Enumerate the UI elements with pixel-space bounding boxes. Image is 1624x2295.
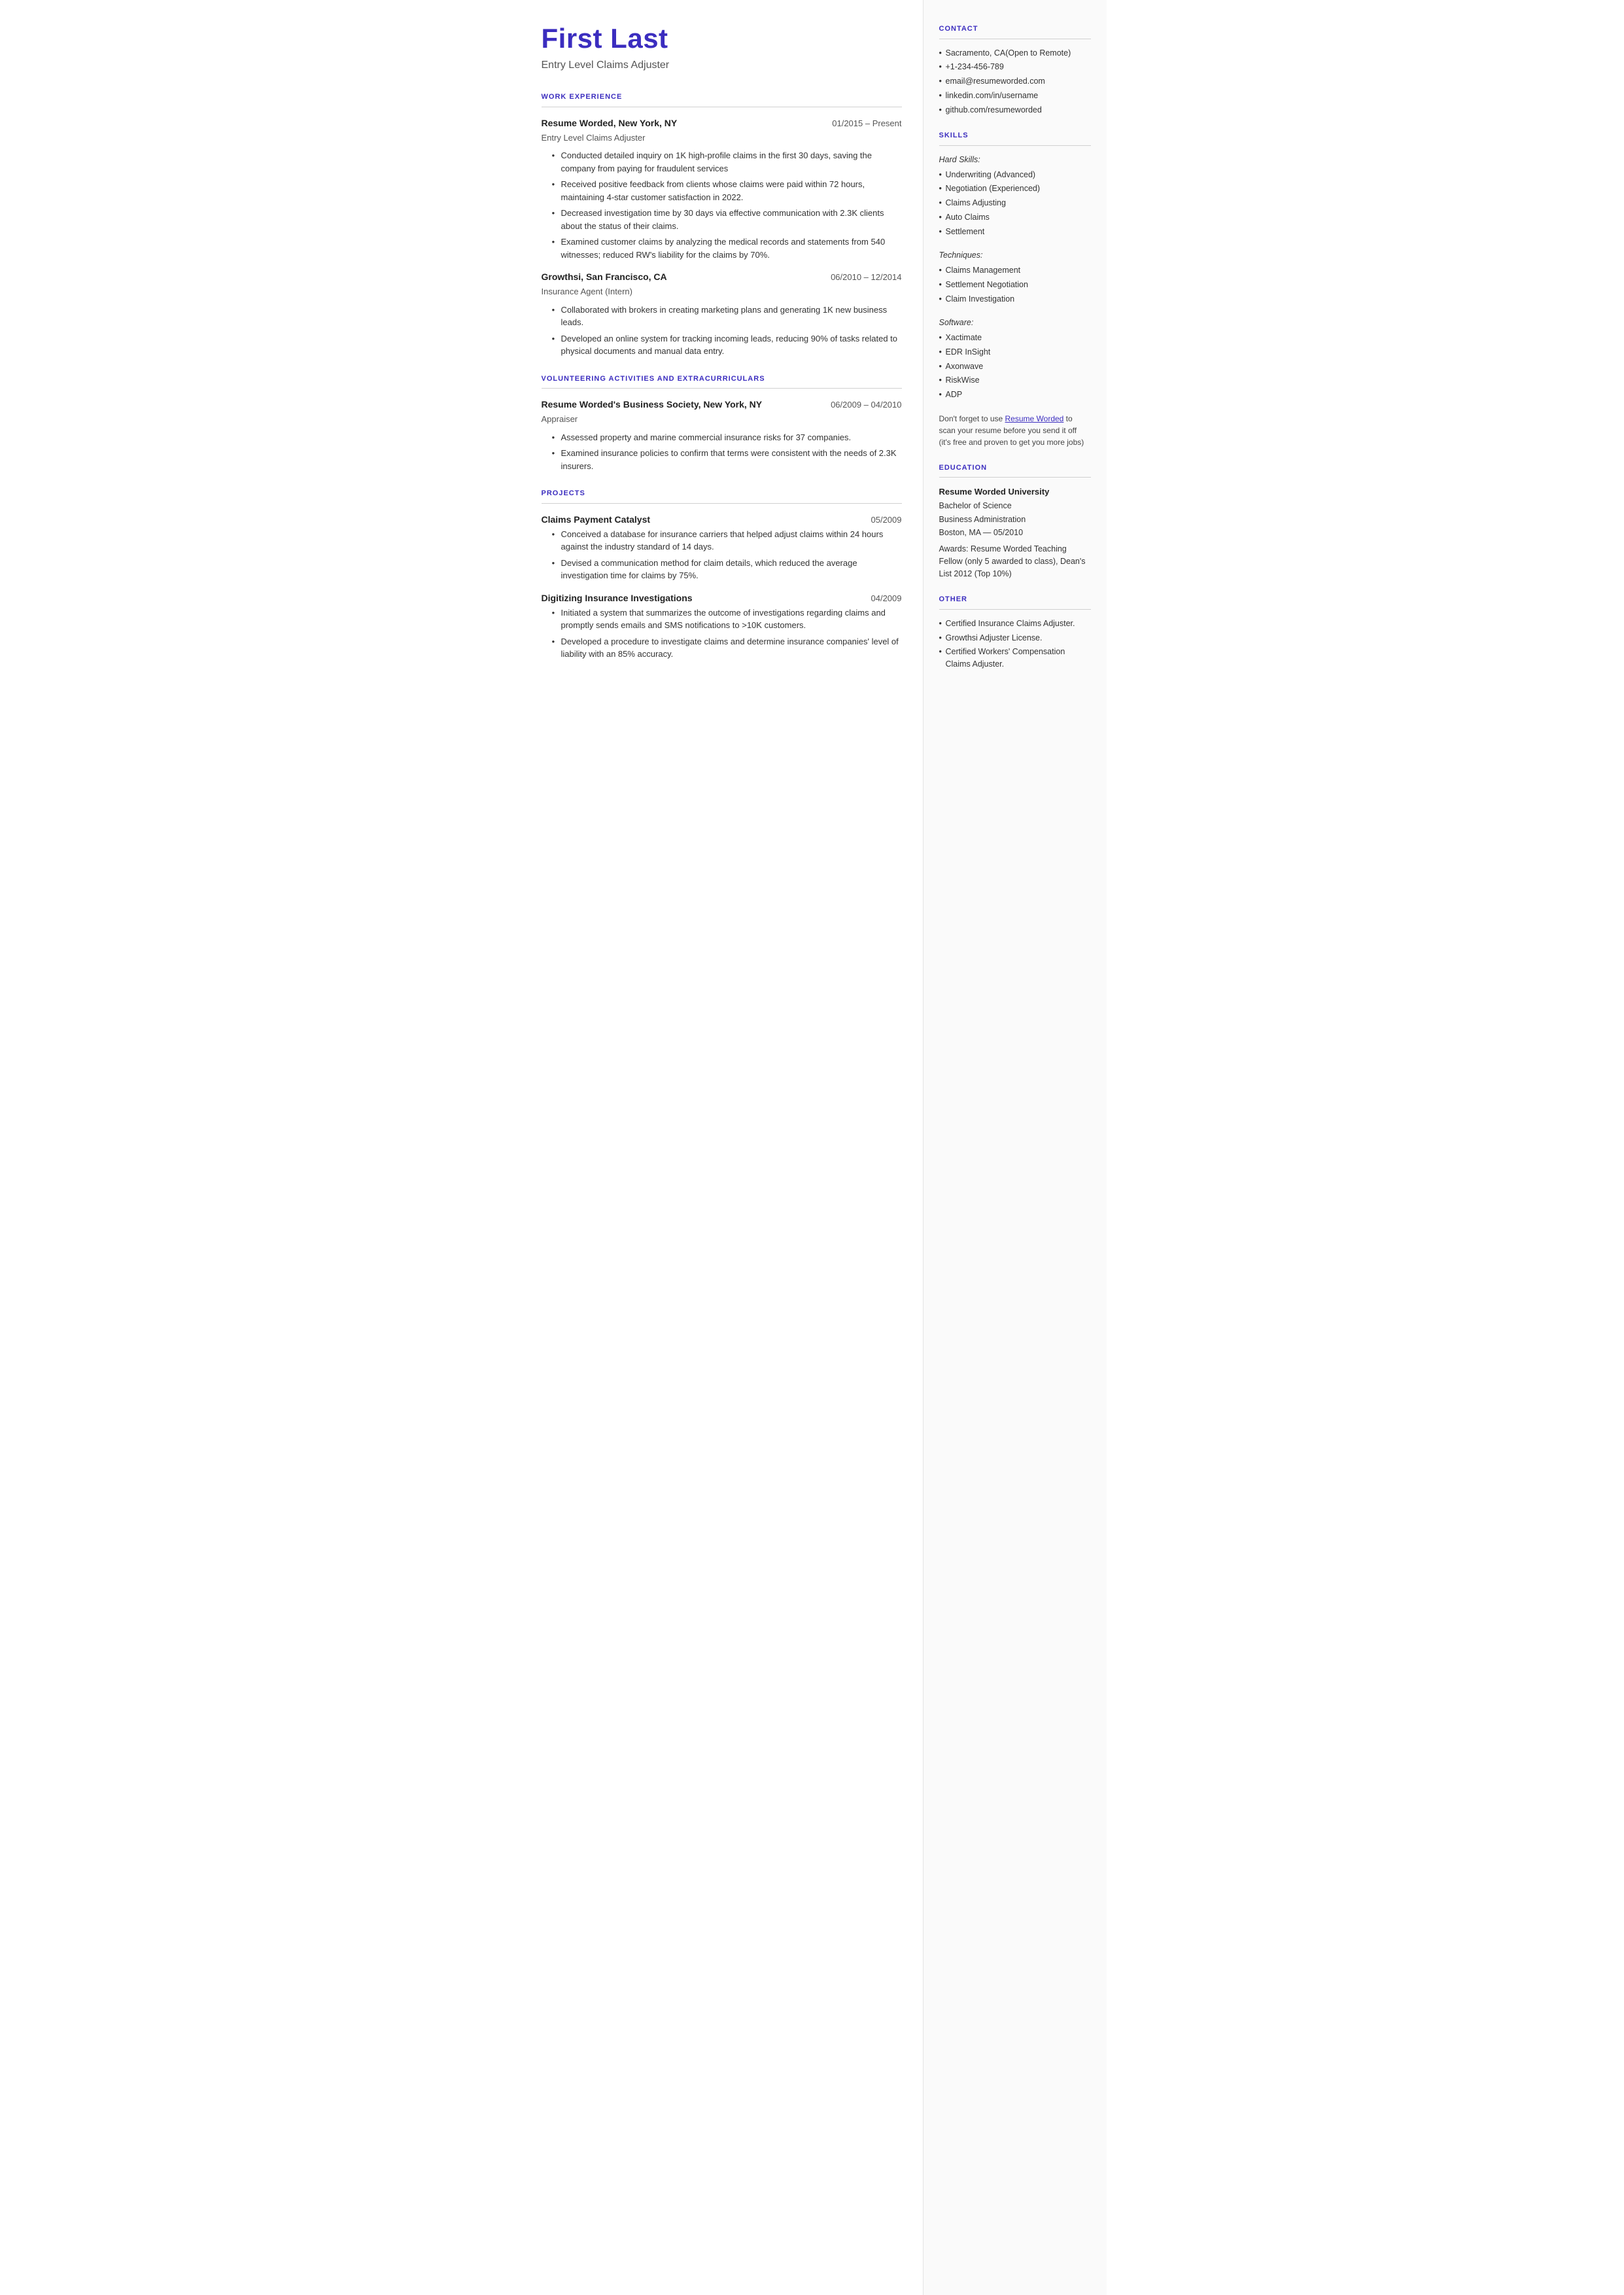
project-1-name: Claims Payment Catalyst xyxy=(542,513,651,527)
other-item-1: Certified Insurance Claims Adjuster. xyxy=(939,618,1091,630)
project-1-bullet-2: Devised a communication method for claim… xyxy=(552,557,902,582)
volunteer-1-bullets: Assessed property and marine commercial … xyxy=(542,431,902,473)
contact-section: CONTACT Sacramento, CA(Open to Remote) +… xyxy=(939,24,1091,116)
projects-divider xyxy=(542,503,902,504)
contact-github: github.com/resumeworded xyxy=(939,104,1091,116)
contact-list: Sacramento, CA(Open to Remote) +1-234-45… xyxy=(939,47,1091,116)
software-xactimate: Xactimate xyxy=(939,332,1091,344)
job-1-company: Resume Worded, New York, NY xyxy=(542,116,678,130)
volunteer-1-role: Appraiser xyxy=(542,413,902,426)
hard-skills-list: Underwriting (Advanced) Negotiation (Exp… xyxy=(939,169,1091,238)
education-divider xyxy=(939,477,1091,478)
volunteer-1-bullet-2: Examined insurance policies to confirm t… xyxy=(552,447,902,472)
skills-divider xyxy=(939,145,1091,146)
project-1-date: 05/2009 xyxy=(871,514,902,527)
volunteer-1-dates: 06/2009 – 04/2010 xyxy=(831,398,901,412)
job-1-bullet-1: Conducted detailed inquiry on 1K high-pr… xyxy=(552,149,902,175)
job-1: Resume Worded, New York, NY 01/2015 – Pr… xyxy=(542,116,902,262)
job-1-bullet-4: Examined customer claims by analyzing th… xyxy=(552,236,902,261)
edu-location-date: Boston, MA — 05/2010 xyxy=(939,527,1091,539)
project-2-bullet-1: Initiated a system that summarizes the o… xyxy=(552,606,902,632)
software-adp: ADP xyxy=(939,389,1091,401)
technique-claim-investigation: Claim Investigation xyxy=(939,293,1091,306)
job-1-dates: 01/2015 – Present xyxy=(832,117,901,130)
techniques-list: Claims Management Settlement Negotiation… xyxy=(939,264,1091,305)
job-2: Growthsi, San Francisco, CA 06/2010 – 12… xyxy=(542,270,902,358)
volunteer-1-company: Resume Worded's Business Society, New Yo… xyxy=(542,398,763,412)
project-1-bullet-1: Conceived a database for insurance carri… xyxy=(552,528,902,553)
edu-awards: Awards: Resume Worded Teaching Fellow (o… xyxy=(939,543,1091,580)
contact-header: CONTACT xyxy=(939,24,1091,35)
promo-text: Don't forget to use Resume Worded to sca… xyxy=(939,413,1091,448)
projects-section: PROJECTS Claims Payment Catalyst 05/2009… xyxy=(542,488,902,661)
job-2-bullets: Collaborated with brokers in creating ma… xyxy=(542,304,902,358)
education-header: EDUCATION xyxy=(939,463,1091,474)
job-2-role: Insurance Agent (Intern) xyxy=(542,285,902,298)
skill-auto-claims: Auto Claims xyxy=(939,211,1091,224)
project-2: Digitizing Insurance Investigations 04/2… xyxy=(542,591,902,661)
edu-degree: Bachelor of Science xyxy=(939,500,1091,512)
job-2-company: Growthsi, San Francisco, CA xyxy=(542,270,667,284)
job-2-dates: 06/2010 – 12/2014 xyxy=(831,271,901,284)
job-1-bullet-3: Decreased investigation time by 30 days … xyxy=(552,207,902,232)
edu-field: Business Administration xyxy=(939,514,1091,526)
volunteering-section: VOLUNTEERING ACTIVITIES AND EXTRACURRICU… xyxy=(542,374,902,473)
candidate-title: Entry Level Claims Adjuster xyxy=(542,58,902,73)
promo-link[interactable]: Resume Worded xyxy=(1005,414,1064,423)
promo-before: Don't forget to use xyxy=(939,414,1005,423)
other-item-3: Certified Workers' Compensation Claims A… xyxy=(939,646,1091,671)
other-header: OTHER xyxy=(939,594,1091,605)
software-label: Software: xyxy=(939,317,1091,329)
volunteer-1: Resume Worded's Business Society, New Yo… xyxy=(542,398,902,472)
project-2-name: Digitizing Insurance Investigations xyxy=(542,591,693,605)
contact-location: Sacramento, CA(Open to Remote) xyxy=(939,47,1091,60)
skills-section: SKILLS Hard Skills: Underwriting (Advanc… xyxy=(939,130,1091,448)
hard-skills-label: Hard Skills: xyxy=(939,154,1091,166)
contact-email: email@resumeworded.com xyxy=(939,75,1091,88)
techniques-label: Techniques: xyxy=(939,249,1091,262)
edu-school: Resume Worded University xyxy=(939,485,1091,499)
job-2-bullet-2: Developed an online system for tracking … xyxy=(552,332,902,358)
projects-header: PROJECTS xyxy=(542,488,902,499)
contact-phone: +1-234-456-789 xyxy=(939,61,1091,73)
technique-settlement-negotiation: Settlement Negotiation xyxy=(939,279,1091,291)
other-item-2: Growthsi Adjuster License. xyxy=(939,632,1091,644)
project-2-bullet-2: Developed a procedure to investigate cla… xyxy=(552,635,902,661)
job-1-role: Entry Level Claims Adjuster xyxy=(542,131,902,145)
software-axonwave: Axonwave xyxy=(939,360,1091,373)
other-section: OTHER Certified Insurance Claims Adjuste… xyxy=(939,594,1091,671)
other-divider xyxy=(939,609,1091,610)
work-experience-section: WORK EXPERIENCE Resume Worded, New York,… xyxy=(542,92,902,358)
project-1-bullets: Conceived a database for insurance carri… xyxy=(542,528,902,582)
other-list: Certified Insurance Claims Adjuster. Gro… xyxy=(939,618,1091,671)
volunteering-divider xyxy=(542,388,902,389)
job-1-bullet-2: Received positive feedback from clients … xyxy=(552,178,902,203)
skill-claims-adjusting: Claims Adjusting xyxy=(939,197,1091,209)
volunteer-1-bullet-1: Assessed property and marine commercial … xyxy=(552,431,902,444)
project-2-date: 04/2009 xyxy=(871,592,902,605)
job-2-bullet-1: Collaborated with brokers in creating ma… xyxy=(552,304,902,329)
skills-header: SKILLS xyxy=(939,130,1091,141)
technique-claims-management: Claims Management xyxy=(939,264,1091,277)
education-section: EDUCATION Resume Worded University Bache… xyxy=(939,463,1091,580)
skill-underwriting: Underwriting (Advanced) xyxy=(939,169,1091,181)
job-1-bullets: Conducted detailed inquiry on 1K high-pr… xyxy=(542,149,902,261)
software-edr: EDR InSight xyxy=(939,346,1091,359)
skill-negotiation: Negotiation (Experienced) xyxy=(939,183,1091,195)
project-2-bullets: Initiated a system that summarizes the o… xyxy=(542,606,902,661)
software-list: Xactimate EDR InSight Axonwave RiskWise … xyxy=(939,332,1091,401)
work-experience-header: WORK EXPERIENCE xyxy=(542,92,902,103)
software-riskwise: RiskWise xyxy=(939,374,1091,387)
skill-settlement: Settlement xyxy=(939,226,1091,238)
candidate-name: First Last xyxy=(542,24,902,54)
project-1: Claims Payment Catalyst 05/2009 Conceive… xyxy=(542,513,902,582)
volunteering-header: VOLUNTEERING ACTIVITIES AND EXTRACURRICU… xyxy=(542,374,902,385)
contact-linkedin: linkedin.com/in/username xyxy=(939,90,1091,102)
